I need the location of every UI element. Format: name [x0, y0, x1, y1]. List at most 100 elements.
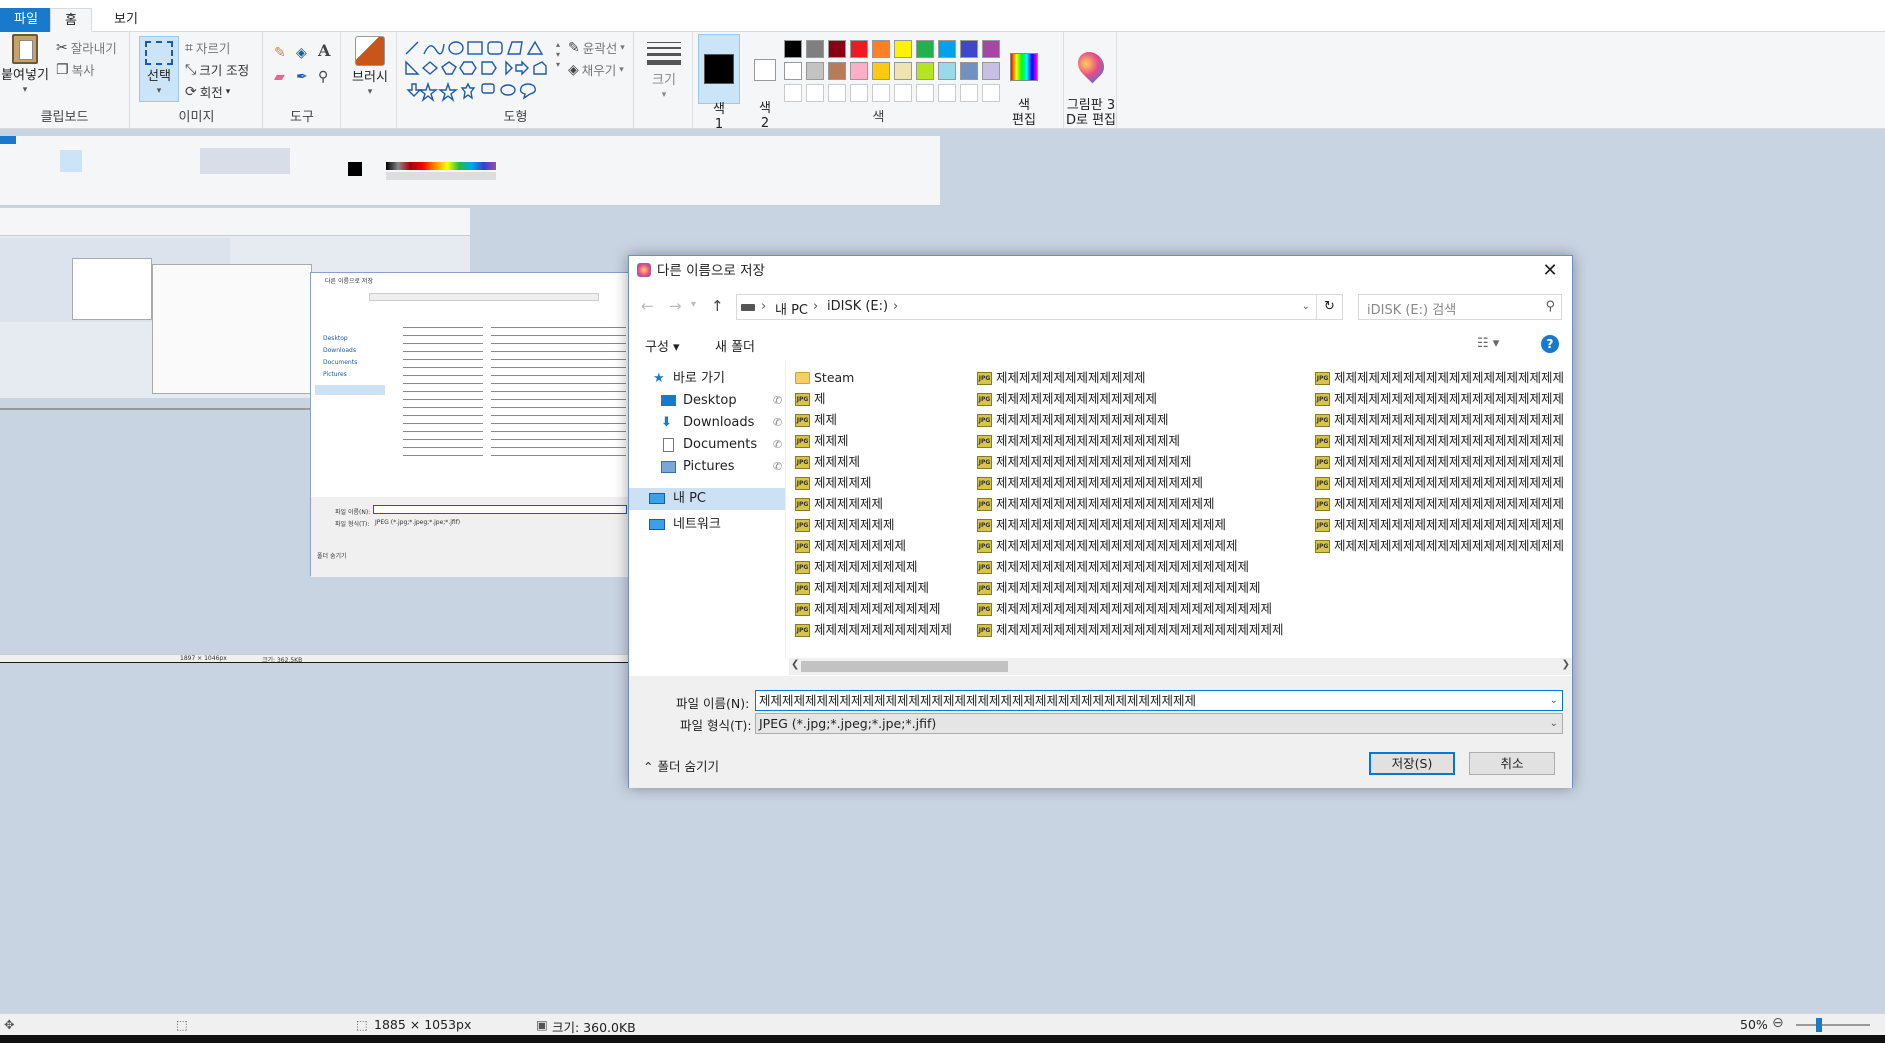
nav-quick-access[interactable]: ★ 바로 가기: [629, 368, 785, 390]
text-tool-icon[interactable]: A: [318, 43, 330, 59]
filename-input[interactable]: 제제제제제제제제제제제제제제제제제제제제제제제제제제제제제제제제제제제제제제 ⌄: [755, 690, 1563, 711]
color-swatch[interactable]: [784, 40, 802, 58]
copy-button[interactable]: ❐ 복사: [56, 60, 95, 79]
file-item[interactable]: JPG 제제제제제: [795, 473, 872, 493]
color-swatch[interactable]: [960, 62, 978, 80]
help-icon[interactable]: ?: [1541, 335, 1559, 353]
color-swatch[interactable]: [916, 62, 934, 80]
file-item[interactable]: JPG 제제제제제제제제제제제제제제제제제제제제제제제: [977, 578, 1261, 598]
scroll-left-icon[interactable]: ❮: [791, 659, 799, 670]
back-arrow-icon[interactable]: ←: [641, 297, 654, 315]
organize-button[interactable]: 구성 ▾: [645, 336, 680, 355]
file-item[interactable]: JPG 제제제제제제제제제제제제제제제제제제: [977, 473, 1203, 493]
rotate-button[interactable]: ⟳ 회전 ▾: [185, 82, 230, 101]
zoom-out-icon[interactable]: ⊖: [1772, 1015, 1784, 1031]
file-item[interactable]: JPG 제제제제제제제제제제제제제제제제제제제제: [1315, 515, 1564, 535]
canvas-area[interactable]: 다른 이름으로 저장 Desktop Downloads Documents P…: [0, 130, 1885, 1013]
refresh-icon[interactable]: ↻: [1317, 294, 1343, 320]
file-item[interactable]: JPG 제제제제제제제제: [795, 536, 906, 556]
file-item[interactable]: JPG 제제제제제제제제제제제제제제제제제: [977, 452, 1192, 472]
color-swatch[interactable]: [894, 62, 912, 80]
color-swatch[interactable]: [850, 84, 868, 102]
eraser-icon[interactable]: ▰: [274, 70, 285, 84]
file-item[interactable]: JPG 제제제제제제제제제제제제제제제제제제제제: [1315, 536, 1564, 556]
file-item[interactable]: JPG 제제제제제제제제제제제제제제제제: [977, 431, 1180, 451]
paste-button[interactable]: 붙여넣기 ▾: [0, 34, 50, 98]
file-item[interactable]: JPG 제제: [795, 410, 837, 430]
edit-colors-button[interactable]: 색 편집: [1004, 34, 1044, 143]
pencil-icon[interactable]: ✎: [274, 46, 286, 60]
address-dropdown-icon[interactable]: ⌄: [1302, 301, 1310, 312]
edit-with-paint3d-button[interactable]: 그림판 3 D로 편집: [1065, 36, 1117, 143]
color-swatch[interactable]: [938, 84, 956, 102]
color1-button[interactable]: 색 1: [698, 34, 740, 132]
color-swatch[interactable]: [982, 84, 1000, 102]
forward-arrow-icon[interactable]: →: [669, 297, 682, 315]
tab-file[interactable]: 파일: [0, 8, 52, 32]
file-item[interactable]: JPG 제제제제제제제제제제: [795, 578, 929, 598]
breadcrumb-this-pc[interactable]: 내 PC: [775, 299, 808, 318]
color-swatch[interactable]: [916, 40, 934, 58]
color-swatch[interactable]: [828, 84, 846, 102]
fill-button[interactable]: ◈ 채우기 ▾: [568, 60, 624, 79]
tab-view[interactable]: 보기: [100, 8, 152, 32]
file-item[interactable]: JPG 제제제제제제제제제제제제제제제제제제제제제제제제제: [977, 620, 1284, 640]
color-swatch[interactable]: [872, 84, 890, 102]
color-swatch[interactable]: [916, 84, 934, 102]
file-item[interactable]: JPG 제제제제제제제제제제제제: [795, 620, 952, 640]
file-item[interactable]: JPG 제제제제제제제제제제제제제제제: [977, 410, 1169, 430]
file-item[interactable]: JPG 제제제제제제제제제제제제제제제제제제제제: [1315, 431, 1564, 451]
fill-bucket-icon[interactable]: ◈: [296, 46, 307, 60]
color-swatch[interactable]: [850, 62, 868, 80]
color-swatch[interactable]: [960, 40, 978, 58]
color-swatch[interactable]: [982, 40, 1000, 58]
color-swatch[interactable]: [894, 84, 912, 102]
new-folder-button[interactable]: 새 폴더: [715, 336, 755, 355]
cancel-button[interactable]: 취소: [1469, 752, 1555, 775]
select-button[interactable]: 선택 ▾: [139, 36, 179, 102]
color-swatch[interactable]: [784, 62, 802, 80]
size-button[interactable]: 크기 ▾: [644, 38, 684, 103]
filename-dropdown-icon[interactable]: ⌄: [1550, 691, 1558, 710]
search-input[interactable]: iDISK (E:) 검색 ⚲: [1358, 294, 1562, 320]
file-item[interactable]: JPG 제제제제제제제제제: [795, 557, 918, 577]
file-item[interactable]: JPG 제제제제제제제제제제제: [795, 599, 941, 619]
file-item[interactable]: JPG 제제제제제제제: [795, 515, 895, 535]
view-options-icon[interactable]: ☷ ▾: [1477, 336, 1499, 351]
color-picker-icon[interactable]: ✒: [296, 70, 308, 84]
nav-downloads[interactable]: ⬇ Downloads ✆: [629, 412, 785, 434]
hide-folders-button[interactable]: ⌃ 폴더 숨기기: [643, 756, 719, 775]
crop-button[interactable]: ⌗ 자르기: [185, 38, 230, 57]
color-swatch[interactable]: [872, 62, 890, 80]
magnifier-icon[interactable]: ⚲: [318, 70, 328, 84]
file-item[interactable]: JPG 제제제제제제제제제제제제제제제제제제제제: [1315, 389, 1564, 409]
resize-button[interactable]: ⤡ 크기 조정: [185, 60, 249, 79]
recent-dropdown-icon[interactable]: ▾: [691, 299, 696, 310]
file-item[interactable]: JPG 제제제제제제제제제제제제제제제제제제제: [977, 494, 1215, 514]
nav-this-pc[interactable]: 내 PC: [629, 488, 785, 510]
filetype-select[interactable]: JPEG (*.jpg;*.jpeg;*.jpe;*.jfif) ⌄: [755, 713, 1563, 734]
color-swatch[interactable]: [784, 84, 802, 102]
file-item[interactable]: JPG 제제제제제제제제제제제제제제제제제제제제: [1315, 494, 1564, 514]
nav-desktop[interactable]: Desktop ✆: [629, 390, 785, 412]
file-item[interactable]: JPG 제제제제제제제제제제제제제제제제제제제제제: [977, 536, 1238, 556]
color-swatch[interactable]: [938, 40, 956, 58]
file-item[interactable]: JPG 제제제제제제제제제제제제제제제제제제제제: [977, 515, 1226, 535]
cut-button[interactable]: ✂ 잘라내기: [56, 38, 117, 57]
file-item[interactable]: JPG 제제제제제제제제제제제제제제제제제제제제: [1315, 410, 1564, 430]
file-item[interactable]: JPG 제제제제제제: [795, 494, 883, 514]
file-item[interactable]: JPG 제제제제제제제제제제제제제제: [977, 389, 1157, 409]
file-item[interactable]: JPG 제제제: [795, 431, 849, 451]
color-swatch[interactable]: [960, 84, 978, 102]
outline-button[interactable]: ✎ 윤곽선 ▾: [568, 38, 625, 57]
file-item[interactable]: JPG 제제제제제제제제제제제제제제제제제제제제제제제제: [977, 599, 1272, 619]
horizontal-scrollbar[interactable]: ❮ ❯: [789, 658, 1572, 675]
brushes-button[interactable]: 브러시 ▾: [348, 36, 392, 100]
save-button[interactable]: 저장(S): [1369, 752, 1455, 775]
close-icon[interactable]: ✕: [1536, 258, 1564, 284]
color-swatch[interactable]: [982, 62, 1000, 80]
zoom-slider-thumb[interactable]: [1816, 1018, 1822, 1032]
file-item[interactable]: JPG 제: [795, 389, 826, 409]
nav-network[interactable]: 네트워크: [629, 514, 785, 536]
address-bar[interactable]: › 내 PC › iDISK (E:) › ⌄: [736, 294, 1317, 320]
